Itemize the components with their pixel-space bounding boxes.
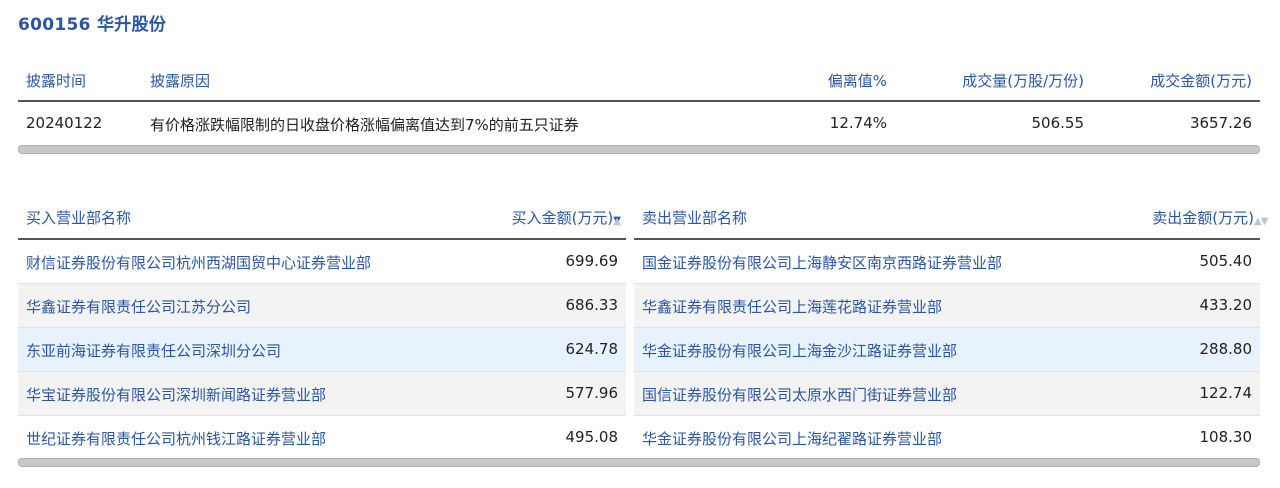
disclosure-amount: 3657.26 xyxy=(1189,114,1252,132)
buy-table: 买入营业部名称 买入金额(万元) ▲ ▼ 财信证券股份有限公司杭州西湖国贸中心证券营… xyxy=(18,198,626,460)
buy-branch-name[interactable]: 东亚前海证券有限责任公司深圳分公司 xyxy=(26,340,281,361)
disclosure-reason: 有价格涨跌幅限制的日收盘价格涨幅偏离值达到7%的前五只证券 xyxy=(150,116,579,134)
buy-amount: 495.08 xyxy=(565,428,619,446)
table-row[interactable]: 世纪证券有限责任公司杭州钱江路证券营业部 495.08 xyxy=(18,416,626,460)
sell-amount: 108.30 xyxy=(1199,428,1253,446)
sell-branch-name[interactable]: 华金证券股份有限公司上海金沙江路证券营业部 xyxy=(642,340,957,361)
buy-header-amount-label: 买入金额(万元) xyxy=(511,209,614,227)
buy-amount: 624.78 xyxy=(565,340,619,358)
table-row[interactable]: 东亚前海证券有限责任公司深圳分公司 624.78 xyxy=(18,328,626,372)
table-row[interactable]: 华宝证券股份有限公司深圳新闻路证券营业部 577.96 xyxy=(18,372,626,416)
buy-amount: 699.69 xyxy=(565,252,619,270)
sell-amount: 122.74 xyxy=(1199,384,1253,402)
header-deviation: 偏离值% xyxy=(827,72,887,90)
sell-header: 卖出营业部名称 卖出金额(万元) ▲▼ xyxy=(634,198,1268,240)
buy-branch-name[interactable]: 华宝证券股份有限公司深圳新闻路证券营业部 xyxy=(26,384,326,405)
disclosure-row: 20240122 有价格涨跌幅限制的日收盘价格涨幅偏离值达到7%的前五只证券 1… xyxy=(18,102,1260,146)
header-date: 披露时间 xyxy=(26,72,87,90)
buy-header: 买入营业部名称 买入金额(万元) ▲ ▼ xyxy=(18,198,626,240)
disclosure-table: 披露时间 披露原因 偏离值% 成交量(万股/万份) 成交金额(万元) 20240… xyxy=(18,58,1260,146)
buy-amount: 577.96 xyxy=(565,384,619,402)
buy-header-amount[interactable]: 买入金额(万元) ▲ ▼ xyxy=(511,207,621,228)
sell-amount: 433.20 xyxy=(1199,296,1253,314)
table-row[interactable]: 华鑫证券有限责任公司上海莲花路证券营业部 433.20 xyxy=(634,284,1260,328)
sell-header-name: 卖出营业部名称 xyxy=(642,209,748,227)
buy-branch-name[interactable]: 华鑫证券有限责任公司江苏分公司 xyxy=(26,296,251,317)
sell-branch-name[interactable]: 国金证券股份有限公司上海静安区南京西路证券营业部 xyxy=(642,252,1002,273)
disclosure-date: 20240122 xyxy=(26,114,103,132)
sell-header-amount[interactable]: 卖出金额(万元) ▲▼ xyxy=(1152,207,1268,228)
disclosure-header: 披露时间 披露原因 偏离值% 成交量(万股/万份) 成交金额(万元) xyxy=(18,58,1260,102)
table-row[interactable]: 华金证券股份有限公司上海纪翟路证券营业部 108.30 xyxy=(634,416,1260,460)
disclosure-deviation: 12.74% xyxy=(829,114,887,132)
buy-amount: 686.33 xyxy=(565,296,619,314)
table-row[interactable]: 华鑫证券有限责任公司江苏分公司 686.33 xyxy=(18,284,626,328)
sell-branch-name[interactable]: 华鑫证券有限责任公司上海莲花路证券营业部 xyxy=(642,296,942,317)
buy-branch-name[interactable]: 世纪证券有限责任公司杭州钱江路证券营业部 xyxy=(26,428,326,449)
sort-up-down-icon[interactable]: ▲ ▼ xyxy=(613,215,621,227)
sell-branch-name[interactable]: 国信证券股份有限公司太原水西门街证券营业部 xyxy=(642,384,957,405)
sell-header-amount-label: 卖出金额(万元) xyxy=(1152,209,1254,227)
sell-amount: 288.80 xyxy=(1199,340,1253,358)
header-volume: 成交量(万股/万份) xyxy=(962,72,1084,90)
buy-branch-name[interactable]: 财信证券股份有限公司杭州西湖国贸中心证券营业部 xyxy=(26,252,371,273)
sell-table: 卖出营业部名称 卖出金额(万元) ▲▼ 国金证券股份有限公司上海静安区南京西路证券… xyxy=(634,198,1268,460)
disclosure-volume: 506.55 xyxy=(1031,114,1085,132)
header-amount: 成交金额(万元) xyxy=(1150,72,1252,90)
header-reason: 披露原因 xyxy=(150,72,211,90)
table-row[interactable]: 华金证券股份有限公司上海金沙江路证券营业部 288.80 xyxy=(634,328,1260,372)
buy-header-name: 买入营业部名称 xyxy=(26,209,132,227)
trade-scrollbar[interactable] xyxy=(18,458,1260,467)
table-row[interactable]: 财信证券股份有限公司杭州西湖国贸中心证券营业部 699.69 xyxy=(18,240,626,284)
table-row[interactable]: 国信证券股份有限公司太原水西门街证券营业部 122.74 xyxy=(634,372,1260,416)
page-title: 600156 华升股份 xyxy=(18,15,167,35)
table-row[interactable]: 国金证券股份有限公司上海静安区南京西路证券营业部 505.40 xyxy=(634,240,1260,284)
sell-amount: 505.40 xyxy=(1199,252,1253,270)
sell-branch-name[interactable]: 华金证券股份有限公司上海纪翟路证券营业部 xyxy=(642,428,942,449)
disclosure-scrollbar[interactable] xyxy=(18,145,1260,154)
